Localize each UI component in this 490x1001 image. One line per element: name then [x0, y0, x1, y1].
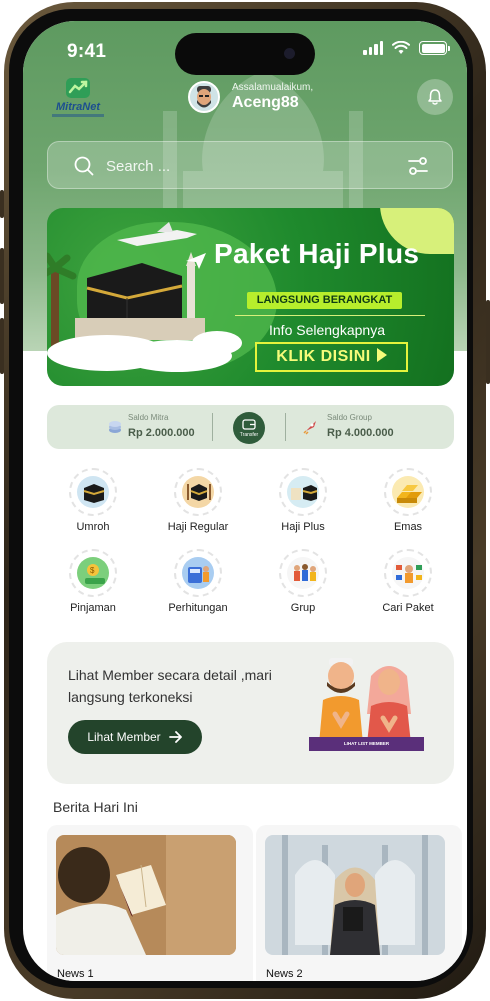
transfer-label: Transfer [239, 431, 259, 438]
status-time: 9:41 [67, 41, 107, 62]
power-button [486, 300, 490, 384]
category-label: Perhitungan [168, 602, 228, 614]
news-mosque-photo-icon [265, 835, 445, 955]
category-haji-plus[interactable]: Haji Plus [253, 468, 353, 533]
filter-icon[interactable] [408, 157, 428, 175]
category-emas[interactable]: Emas [358, 468, 458, 533]
battery-icon [419, 41, 450, 55]
wifi-icon [392, 41, 410, 54]
saldo-group-label: Saldo Group [327, 413, 372, 422]
category-label: Cari Paket [382, 602, 434, 614]
gold-bars-icon [384, 468, 432, 516]
view-member-label: Lihat Member [87, 730, 161, 744]
volume-up-button [0, 248, 4, 304]
status-bar: 9:41 [23, 21, 467, 81]
category-label: Pinjaman [70, 602, 116, 614]
logo-text: MitraNet [55, 101, 100, 113]
signal-icon [363, 41, 383, 55]
kaaba-icon [174, 468, 222, 516]
mute-switch [0, 190, 4, 218]
search-icon [74, 156, 94, 176]
bell-icon [428, 89, 442, 105]
banner-title: Paket Haji Plus [214, 238, 420, 269]
banner-tag: LANGSUNG BERANGKAT [247, 292, 402, 309]
search-bar[interactable] [47, 141, 453, 189]
svg-text:$: $ [90, 566, 95, 575]
username-text: Aceng88 [232, 94, 299, 111]
avatar[interactable] [188, 81, 220, 113]
view-member-button[interactable]: Lihat Member [68, 720, 202, 754]
category-pinjaman[interactable]: $ Pinjaman [43, 549, 143, 614]
news-card-2[interactable]: News 2 [256, 825, 462, 981]
saldo-group-value: Rp 4.000.000 [327, 427, 394, 439]
notification-button[interactable] [417, 79, 453, 115]
category-label: Grup [290, 602, 316, 614]
mitranet-logo: MitraNet [49, 75, 107, 121]
category-umroh[interactable]: Umroh [43, 468, 143, 533]
user-avatar-icon [190, 83, 218, 111]
search-input[interactable] [106, 154, 376, 178]
camera-icon [284, 48, 295, 59]
balance-card: Saldo Mitra Rp 2.000.000 Transfer Saldo … [47, 405, 454, 449]
saldo-divider [285, 413, 286, 441]
news-image-2 [265, 835, 445, 955]
kaaba-icon [69, 468, 117, 516]
kaaba-icon [279, 468, 327, 516]
category-cari-paket[interactable]: Cari Paket [358, 549, 458, 614]
logo-tagline [52, 114, 104, 117]
kaaba-illustration-icon [47, 222, 242, 372]
muslim-couple-icon [319, 658, 411, 744]
logo-mark-icon [66, 78, 90, 98]
category-perhitungan[interactable]: Perhitungan [148, 549, 248, 614]
wallet-icon [242, 418, 256, 430]
money-icon: $ [69, 549, 117, 597]
category-label: Haji Plus [281, 521, 325, 533]
dynamic-island [175, 33, 315, 75]
search-package-icon [384, 549, 432, 597]
promo-banner[interactable]: Paket Haji Plus LANGSUNG BERANGKAT Info … [47, 208, 454, 386]
member-card: Lihat Member secara detail ,mari langsun… [47, 642, 454, 784]
category-label: Umroh [76, 521, 110, 533]
saldo-mitra-value: Rp 2.000.000 [128, 427, 195, 439]
news-caption: News 2 [266, 968, 303, 980]
news-image-1 [56, 835, 236, 955]
category-grup[interactable]: Grup [253, 549, 353, 614]
category-haji-regular[interactable]: Haji Regular [148, 468, 248, 533]
category-label: Emas [393, 521, 423, 533]
news-caption: News 1 [57, 968, 94, 980]
member-ribbon: LIHAT LIST MEMBER [309, 737, 424, 751]
news-reading-photo-icon [56, 835, 236, 955]
member-text: Lihat Member secara detail ,mari langsun… [68, 667, 272, 705]
news-section-title: Berita Hari Ini [53, 799, 138, 815]
calculator-icon [174, 549, 222, 597]
banner-cta-button[interactable]: KLIK DISINI [255, 342, 408, 372]
banner-divider [235, 315, 425, 316]
saldo-mitra-label: Saldo Mitra [128, 413, 169, 422]
news-card-1[interactable]: News 1 [47, 825, 253, 981]
paper-plane-icon [186, 253, 206, 269]
status-icons [363, 41, 450, 55]
coins-icon [109, 421, 121, 433]
transfer-button[interactable]: Transfer [233, 412, 265, 444]
group-icon [279, 549, 327, 597]
rocket-icon [303, 421, 316, 435]
arrow-right-icon [168, 731, 182, 743]
greeting-text: Assalamualaikum, [232, 82, 314, 93]
category-label: Haji Regular [167, 521, 229, 533]
banner-info: Info Selengkapnya [269, 322, 385, 338]
saldo-divider [212, 413, 213, 441]
app-screen: 9:41 MitraNet Assalamualaikum, Aceng88 S… [23, 21, 467, 981]
volume-down-button [0, 318, 4, 374]
